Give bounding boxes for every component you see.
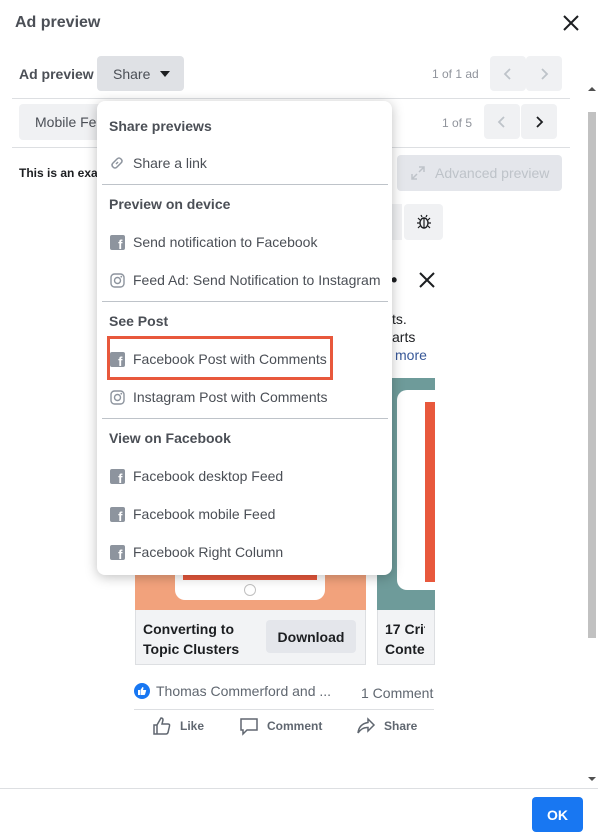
menu-divider bbox=[102, 184, 388, 185]
comment-count[interactable]: 1 Comment bbox=[361, 685, 435, 701]
menu-item-facebook-desktop-feed[interactable]: Facebook desktop Feed bbox=[109, 457, 283, 495]
see-more-link[interactable]: more bbox=[395, 347, 427, 363]
next-ad-button[interactable] bbox=[526, 56, 562, 91]
like-reaction-icon bbox=[134, 683, 150, 699]
advanced-preview-button[interactable]: Advanced preview bbox=[397, 155, 562, 191]
tablet-home-button bbox=[244, 584, 256, 596]
divider bbox=[134, 709, 434, 710]
download-button[interactable]: Download bbox=[266, 620, 356, 653]
menu-item-send-notification-instagram[interactable]: Feed Ad: Send Notification to Instagram bbox=[109, 261, 380, 299]
scroll-up-arrow-icon[interactable] bbox=[587, 84, 597, 94]
like-label: Like bbox=[180, 719, 205, 733]
caret-down-icon bbox=[160, 70, 171, 77]
menu-divider bbox=[102, 301, 388, 302]
menu-section-header: See Post bbox=[109, 313, 169, 329]
share-button-label: Share bbox=[113, 65, 151, 82]
instagram-icon bbox=[109, 272, 125, 288]
ad-body-text: ts. bbox=[392, 311, 407, 327]
link-icon bbox=[109, 155, 125, 171]
menu-item-label: Instagram Post with Comments bbox=[133, 389, 328, 405]
menu-section-header: View on Facebook bbox=[109, 430, 231, 446]
divider bbox=[0, 788, 598, 789]
dialog-title: Ad preview bbox=[15, 14, 101, 31]
menu-item-share-link[interactable]: Share a link bbox=[109, 144, 207, 182]
instagram-icon bbox=[109, 389, 125, 405]
thumbs-up-icon bbox=[153, 717, 171, 735]
card-title: Converting to Topic Clusters bbox=[143, 621, 240, 657]
share-post-button[interactable]: Share bbox=[356, 716, 417, 736]
facebook-icon bbox=[109, 234, 125, 252]
menu-item-facebook-mobile-feed[interactable]: Facebook mobile Feed bbox=[109, 495, 275, 533]
menu-item-label: Facebook mobile Feed bbox=[133, 506, 276, 522]
like-button[interactable]: Like bbox=[152, 716, 204, 736]
share-label: Share bbox=[384, 719, 418, 733]
close-icon[interactable] bbox=[560, 12, 582, 34]
card-image-screen bbox=[425, 402, 435, 582]
menu-item-label: Send notification to Facebook bbox=[133, 234, 318, 250]
facebook-icon bbox=[109, 544, 125, 562]
chevron-right-icon bbox=[536, 115, 544, 128]
menu-item-send-notification-facebook[interactable]: Send notification to Facebook bbox=[109, 223, 317, 261]
advanced-preview-label: Advanced preview bbox=[435, 165, 550, 181]
reactions-summary[interactable]: Thomas Commerford and ... bbox=[134, 683, 331, 699]
next-placement-button[interactable] bbox=[521, 104, 557, 139]
menu-item-label: Facebook Right Column bbox=[133, 544, 284, 560]
menu-item-label: Share a link bbox=[133, 155, 207, 171]
menu-divider bbox=[102, 418, 388, 419]
chevron-right-icon bbox=[541, 67, 549, 80]
share-arrow-icon bbox=[357, 717, 376, 734]
ad-preview-label: Ad preview bbox=[19, 66, 94, 82]
share-button[interactable]: Share bbox=[97, 56, 184, 91]
divider bbox=[12, 98, 570, 99]
menu-item-instagram-post-comments[interactable]: Instagram Post with Comments bbox=[109, 378, 328, 416]
prev-ad-button[interactable] bbox=[490, 56, 526, 91]
menu-section-header: Preview on device bbox=[109, 196, 231, 212]
menu-section-header: Share previews bbox=[109, 118, 212, 134]
ok-button[interactable]: OK bbox=[532, 797, 583, 832]
comment-button[interactable]: Comment bbox=[239, 716, 322, 736]
highlight-annotation bbox=[107, 336, 333, 380]
expand-icon bbox=[411, 166, 425, 180]
page-count: 1 of 5 bbox=[442, 116, 473, 130]
ad-body-text: arts bbox=[392, 329, 416, 345]
ad-count: 1 of 1 ad bbox=[432, 67, 479, 81]
facebook-icon bbox=[109, 468, 125, 486]
menu-item-label: Facebook desktop Feed bbox=[133, 468, 284, 484]
close-icon[interactable] bbox=[417, 270, 437, 290]
scroll-down-arrow-icon[interactable] bbox=[587, 774, 597, 784]
reactions-text: Thomas Commerford and ... bbox=[156, 683, 332, 699]
chevron-left-icon bbox=[497, 115, 505, 128]
report-bug-button[interactable] bbox=[404, 204, 443, 240]
bug-icon bbox=[416, 214, 431, 229]
chevron-left-icon bbox=[503, 67, 511, 80]
prev-placement-button[interactable] bbox=[484, 104, 520, 139]
menu-item-label: Feed Ad: Send Notification to Instagram bbox=[133, 272, 381, 288]
scrollbar-thumb[interactable] bbox=[588, 112, 596, 638]
menu-item-facebook-right-column[interactable]: Facebook Right Column bbox=[109, 533, 283, 571]
comment-label: Comment bbox=[267, 719, 323, 733]
comment-icon bbox=[240, 718, 258, 736]
facebook-icon bbox=[109, 506, 125, 524]
